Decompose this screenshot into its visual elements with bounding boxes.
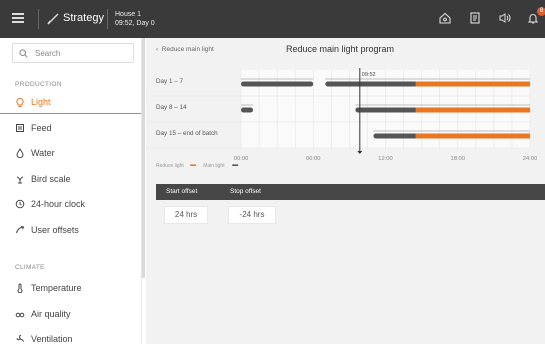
- x-tick-label: 06:00: [306, 156, 321, 162]
- sidebar-item-label: Bird scale: [31, 173, 71, 184]
- x-tick-label: 18:00: [450, 156, 465, 162]
- sound-icon[interactable]: [497, 11, 511, 25]
- sidebar-item-temperature[interactable]: Temperature: [0, 276, 141, 300]
- sidebar-item-24-hour-clock[interactable]: 24-hour clock: [0, 192, 141, 216]
- x-tick-label: 00:00: [234, 156, 249, 162]
- co2-icon: [15, 312, 25, 317]
- header-start-offset: Start offset: [166, 188, 198, 195]
- hamburger-menu-icon[interactable]: [12, 13, 24, 23]
- offset-table: Start offset Stop offset 24 hrs -24 hrs: [156, 184, 545, 228]
- page-title: Reduce main light program: [286, 44, 395, 54]
- bird-scale-icon: [16, 176, 24, 183]
- light-program-chart: Day 1 – 7 Day 8 – 14 Day 15 – end of batch…: [146, 68, 538, 169]
- header-stop-offset: Stop offset: [230, 188, 261, 195]
- row-label: Day 15 – end of batch: [156, 130, 218, 137]
- sidebar-item-user-offsets[interactable]: User offsets: [0, 218, 141, 242]
- sidebar-item-bird-scale[interactable]: Bird scale: [0, 167, 141, 191]
- alarm-badge: 8: [537, 7, 545, 16]
- search-placeholder: Search: [35, 49, 61, 58]
- sidebar-item-label: Water: [31, 148, 55, 158]
- sidebar-item-label: 24-hour clock: [31, 199, 86, 209]
- current-time-label: 09:52: [362, 72, 376, 78]
- legend-label: Reduce light: [156, 163, 184, 169]
- main-light-bar: [241, 81, 314, 87]
- thermometer-icon: [17, 283, 23, 293]
- sidebar-item-feed[interactable]: Feed: [0, 116, 141, 140]
- sidebar-item-label: Feed: [31, 122, 52, 133]
- breadcrumb[interactable]: ‹ Reduce main light: [156, 46, 214, 53]
- current-time-marker: [357, 151, 363, 154]
- table-header: Start offset Stop offset: [156, 184, 545, 200]
- start-offset-value[interactable]: 24 hrs: [164, 206, 208, 224]
- search-icon: [19, 49, 28, 58]
- divider: [38, 9, 39, 29]
- search-input[interactable]: Search: [12, 43, 134, 63]
- house-time-day: 09:52, Day 0: [115, 20, 155, 27]
- sidebar-scrollbar[interactable]: [142, 38, 145, 278]
- x-tick-label: 24:00: [523, 156, 538, 162]
- clock-icon: [15, 199, 25, 209]
- top-bar: Strategy House 1 09:52, Day 0 8: [0, 0, 545, 38]
- x-tick-label: 12:00: [378, 156, 393, 162]
- sidebar-item-water[interactable]: Water: [0, 141, 141, 165]
- home-icon[interactable]: [438, 11, 452, 25]
- main-light-bar: [241, 107, 254, 113]
- reduce-light-bar: [415, 107, 530, 113]
- house-name: House 1: [115, 11, 142, 18]
- section-climate: CLIMATE: [15, 264, 45, 271]
- row-label: Day 8 – 14: [156, 104, 187, 111]
- sidebar-item-label: Light: [31, 96, 51, 107]
- sidebar-item-air-quality[interactable]: Air quality: [0, 302, 141, 326]
- reduce-light-bar: [415, 133, 530, 139]
- stop-offset-value[interactable]: -24 hrs: [228, 206, 276, 224]
- offset-icon: [16, 225, 25, 233]
- breadcrumb-label: Reduce main light: [161, 46, 214, 53]
- feed-icon: [16, 123, 24, 132]
- main-panel: ‹ Reduce main light Reduce main light pr…: [146, 38, 545, 344]
- sidebar: Search PRODUCTION Light Feed Water Bird sca…: [0, 38, 142, 344]
- sidebar-item-label: Temperature: [31, 283, 82, 293]
- sidebar-item-label: Air quality: [31, 308, 71, 319]
- sidebar-item-ventilation[interactable]: Ventilation: [0, 327, 141, 344]
- strategy-icon: [47, 13, 59, 25]
- row-label: Day 1 – 7: [156, 78, 183, 85]
- bulb-icon: [16, 97, 24, 107]
- sidebar-item-label: Ventilation: [31, 334, 73, 344]
- sidebar-item-label: User offsets: [31, 224, 79, 235]
- drop-icon: [16, 148, 24, 158]
- document-icon[interactable]: [468, 11, 482, 25]
- legend-label: Main light: [203, 163, 225, 169]
- reduce-light-bar: [415, 81, 530, 87]
- fan-icon: [16, 334, 24, 342]
- sidebar-item-light[interactable]: Light: [0, 90, 141, 114]
- house-info[interactable]: House 1 09:52, Day 0: [115, 10, 155, 28]
- section-production: PRODUCTION: [15, 81, 62, 88]
- divider: [107, 9, 108, 29]
- app-title: Strategy: [63, 12, 104, 24]
